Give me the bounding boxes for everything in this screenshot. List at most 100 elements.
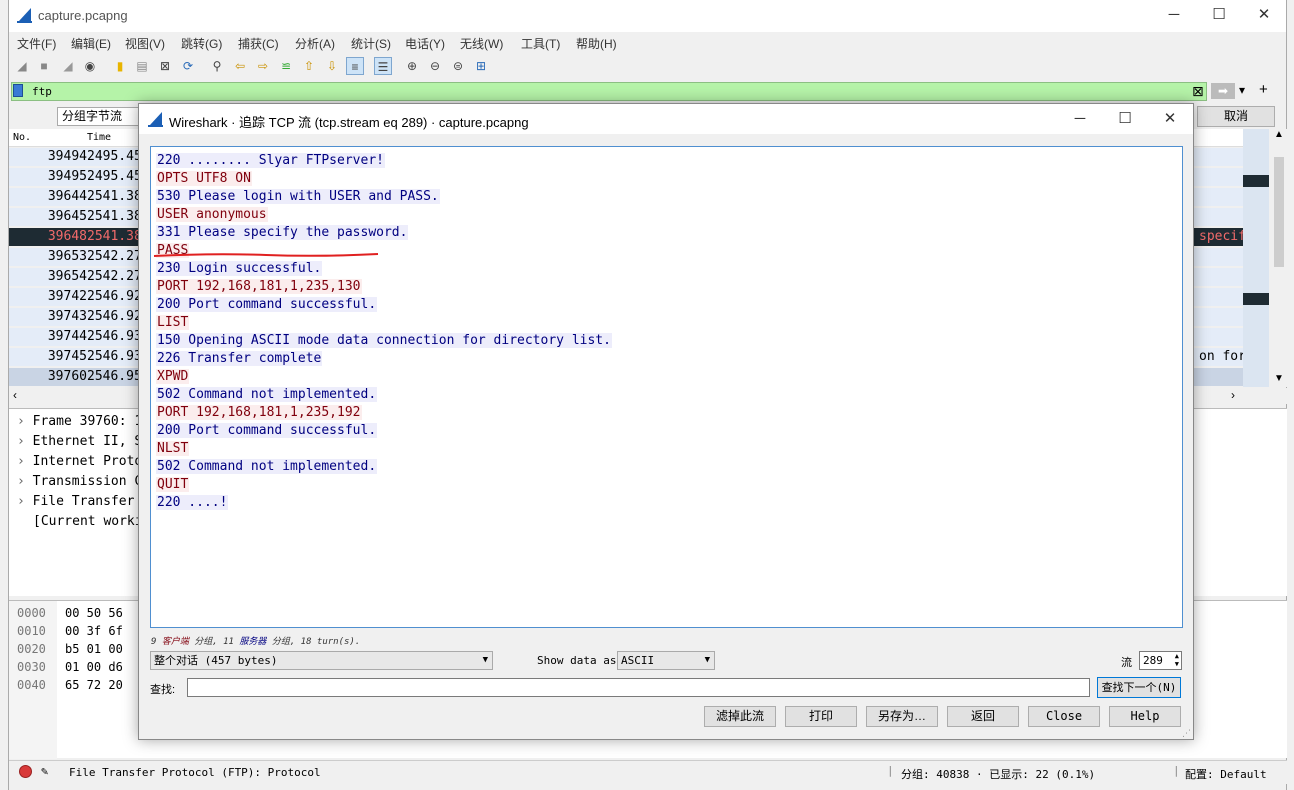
close-button[interactable]: ✕ [1241, 0, 1287, 32]
search-scope-combo[interactable]: 分组字节流 [57, 107, 143, 126]
packet-time: 2495.45 [87, 169, 142, 184]
go-forward-icon[interactable]: ⇨ [254, 57, 272, 75]
find-input[interactable] [187, 678, 1090, 697]
client-line: PORT 192,168,181,1,235,130 [156, 279, 362, 294]
restart-capture-icon[interactable]: ◢ [59, 57, 77, 75]
spin-arrows-icon[interactable]: ▲ ▼ [1175, 652, 1179, 668]
client-line: NLST [156, 441, 190, 456]
dialog-maximize-button[interactable]: ☐ [1102, 104, 1148, 136]
display-filter-input[interactable]: ftp [11, 82, 1207, 101]
status-bar: ✎ File Transfer Protocol (FTP): Protocol… [9, 760, 1287, 784]
start-capture-icon[interactable]: ◢ [13, 57, 31, 75]
menu-statistics[interactable]: 统计(S) [351, 35, 391, 52]
packet-time: 2546.92 [87, 289, 142, 304]
packet-number: 39494 [47, 149, 87, 164]
search-cancel-button[interactable]: 取消 [1197, 106, 1275, 127]
save-as-button[interactable]: 另存为… [866, 706, 938, 727]
menu-tools[interactable]: 工具(T) [521, 35, 560, 52]
main-toolbar: ◢ ■ ◢ ◉ ▮ ▤ ⊠ ⟳ ⚲ ⇦ ⇨ ≌ ⇧ ⇩ ≡ ☰ ⊕ ⊖ ⊜ ⊞ [9, 55, 1286, 79]
filter-bookmark-icon[interactable] [13, 84, 23, 97]
zoom-in-icon[interactable]: ⊕ [403, 57, 421, 75]
server-line: 200 Port command successful. [156, 423, 378, 438]
server-line: 530 Please login with USER and PASS. [156, 189, 440, 204]
find-packet-icon[interactable]: ⚲ [208, 57, 226, 75]
wireshark-logo-icon [17, 8, 32, 23]
conversation-select[interactable]: 整个对话 (457 bytes) ▼ [150, 651, 493, 670]
find-next-button[interactable]: 查找下一个(N) [1097, 677, 1181, 698]
save-file-icon[interactable]: ▤ [133, 57, 151, 75]
bytes-hex[interactable]: 01 00 d6 [65, 660, 123, 674]
expert-info-icon[interactable] [19, 765, 32, 778]
client-line: LIST [156, 315, 190, 330]
stream-content[interactable]: 220 ........ Slyar FTPserver! OPTS UTF8 O… [150, 146, 1183, 628]
packet-number: 39653 [47, 249, 87, 264]
menu-wireless[interactable]: 无线(W) [460, 35, 503, 52]
zoom-out-icon[interactable]: ⊖ [426, 57, 444, 75]
dialog-close-button[interactable]: ✕ [1147, 104, 1193, 136]
column-time[interactable]: Time [87, 132, 111, 143]
add-filter-button-icon[interactable]: + [1259, 81, 1268, 98]
packet-number: 39744 [47, 329, 87, 344]
maximize-button[interactable]: ☐ [1196, 0, 1242, 32]
stop-capture-icon[interactable]: ■ [35, 57, 53, 75]
bytes-hex[interactable]: b5 01 00 [65, 642, 123, 656]
minimize-button[interactable]: ─ [1151, 0, 1197, 32]
detail-tcp[interactable]: › Transmission C [17, 474, 142, 489]
detail-ftp[interactable]: › File Transfer [17, 494, 134, 509]
menu-help[interactable]: 帮助(H) [576, 35, 617, 52]
bytes-hex[interactable]: 00 50 56 [65, 606, 123, 620]
profile-label[interactable]: 配置: Default [1185, 766, 1267, 782]
show-data-select[interactable]: ASCII ▼ [617, 651, 715, 670]
go-to-packet-icon[interactable]: ≌ [277, 57, 295, 75]
packet-info: specif [1199, 229, 1246, 244]
bytes-hex[interactable]: 00 3f 6f [65, 624, 123, 638]
help-button[interactable]: Help [1109, 706, 1181, 727]
edit-comment-icon[interactable]: ✎ [41, 764, 48, 778]
filter-out-stream-button[interactable]: 滤掉此流 [704, 706, 776, 727]
menu-analyze[interactable]: 分析(A) [295, 35, 335, 52]
packet-list-minimap[interactable] [1243, 129, 1269, 387]
column-no[interactable]: No. [13, 132, 31, 143]
packet-time: 2495.45 [87, 149, 142, 164]
go-back-icon[interactable]: ⇦ [231, 57, 249, 75]
back-button[interactable]: 返回 [947, 706, 1019, 727]
colorize-icon[interactable]: ☰ [374, 57, 392, 75]
packet-number: 39644 [47, 189, 87, 204]
print-button[interactable]: 打印 [785, 706, 857, 727]
auto-scroll-icon[interactable]: ≡ [346, 57, 364, 75]
detail-ethernet[interactable]: › Ethernet II, S [17, 434, 142, 449]
close-file-icon[interactable]: ⊠ [156, 57, 174, 75]
dialog-title: Wireshark · 追踪 TCP 流 (tcp.stream eq 289)… [169, 115, 529, 130]
last-packet-icon[interactable]: ⇩ [323, 57, 341, 75]
open-file-icon[interactable]: ▮ [111, 57, 129, 75]
close-dialog-button[interactable]: Close [1028, 706, 1100, 727]
menu-view[interactable]: 视图(V) [125, 35, 165, 52]
resize-columns-icon[interactable]: ⊞ [472, 57, 490, 75]
filter-history-icon[interactable]: ▾ [1239, 83, 1245, 97]
detail-ip[interactable]: › Internet Proto [17, 454, 142, 469]
bytes-hex[interactable]: 65 72 20 [65, 678, 123, 692]
menu-edit[interactable]: 编辑(E) [71, 35, 111, 52]
detail-current-dir[interactable]: [Current worki [33, 514, 143, 529]
normal-size-icon[interactable]: ⊜ [449, 57, 467, 75]
packet-list-scrollbar[interactable]: ▲ ▼ [1271, 129, 1287, 387]
menu-file[interactable]: 文件(F) [17, 35, 56, 52]
menu-capture[interactable]: 捕获(C) [238, 35, 279, 52]
window-title: capture.pcapng [38, 8, 128, 23]
display-filter-bar: ftp ⊠ ➡ ▾ + [9, 81, 1275, 101]
packet-time: 2541.38 [87, 209, 142, 224]
menu-telephony[interactable]: 电话(Y) [405, 35, 445, 52]
apply-filter-icon[interactable]: ➡ [1211, 83, 1235, 99]
client-line: PORT 192,168,181,1,235,192 [156, 405, 362, 420]
resize-grip-icon[interactable]: ⋰ [1182, 728, 1191, 739]
clear-filter-icon[interactable]: ⊠ [1192, 83, 1204, 99]
first-packet-icon[interactable]: ⇧ [300, 57, 318, 75]
capture-options-icon[interactable]: ◉ [81, 57, 99, 75]
reload-file-icon[interactable]: ⟳ [179, 57, 197, 75]
stream-number-spinbox[interactable]: 289 ▲ ▼ [1139, 651, 1182, 670]
detail-frame[interactable]: › Frame 39760: 1 [17, 414, 142, 429]
menu-go[interactable]: 跳转(G) [181, 35, 222, 52]
server-line: 226 Transfer complete [156, 351, 323, 366]
red-underline-annotation [153, 253, 379, 257]
dialog-minimize-button[interactable]: ─ [1057, 104, 1103, 136]
